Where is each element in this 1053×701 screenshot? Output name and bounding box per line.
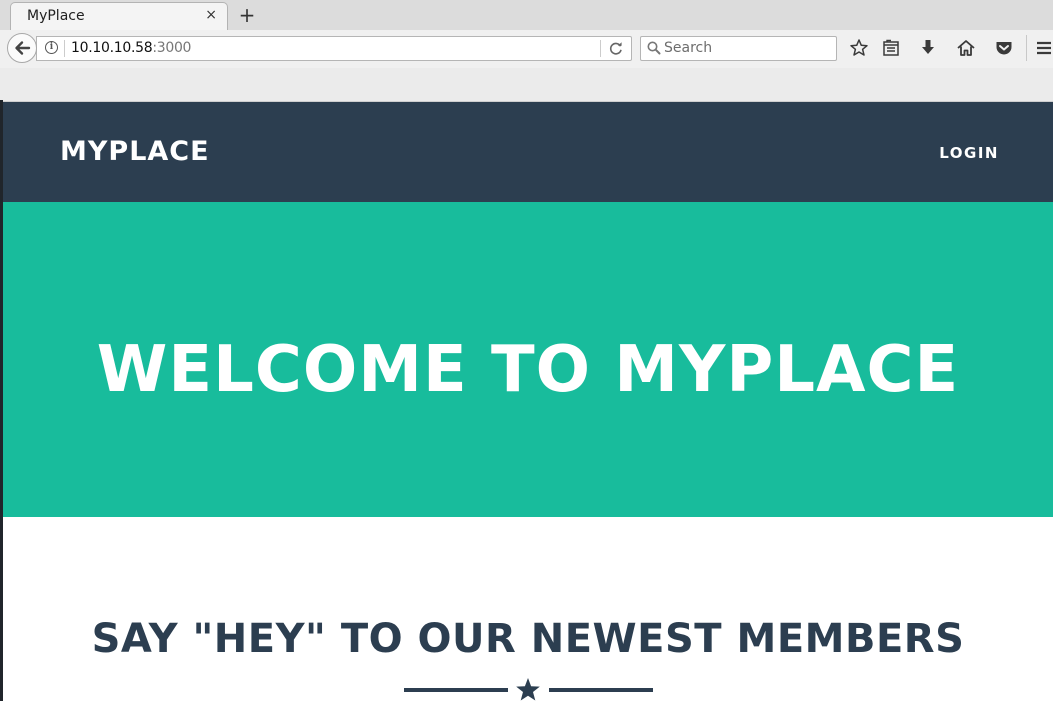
menu-icon[interactable] — [1033, 37, 1053, 59]
url-text[interactable]: 10.10.10.58:3000 — [71, 40, 191, 56]
url-bar[interactable]: i 10.10.10.58:3000 — [36, 36, 632, 61]
hero-banner: WELCOME TO MYPLACE — [3, 202, 1053, 517]
site-brand-link[interactable]: MYPLACE — [60, 136, 210, 167]
download-icon[interactable] — [917, 37, 939, 59]
home-icon[interactable] — [955, 37, 977, 59]
tab-strip: MyPlace × + — [0, 0, 1053, 31]
reload-icon[interactable] — [607, 40, 625, 58]
info-icon[interactable]: i — [45, 41, 58, 54]
browser-window: MyPlace × + i 10.10.10.58:3000 Search MY… — [0, 0, 1053, 701]
newest-members-section: SAY "HEY" TO OUR NEWEST MEMBERS — [3, 517, 1053, 701]
bookmarks-toolbar — [0, 68, 1053, 102]
url-separator-right — [600, 40, 601, 57]
site-navbar: MYPLACE LOGIN — [3, 102, 1053, 202]
star-icon — [516, 678, 540, 701]
new-tab-button[interactable]: + — [236, 2, 258, 28]
bookmark-star-icon[interactable] — [848, 37, 870, 59]
divider-line-right — [549, 688, 653, 692]
browser-tab[interactable]: MyPlace × — [10, 2, 228, 30]
search-input[interactable]: Search — [640, 36, 837, 61]
url-separator — [64, 40, 65, 57]
pocket-icon[interactable] — [993, 37, 1015, 59]
url-port: :3000 — [152, 40, 192, 56]
search-icon — [647, 41, 661, 55]
back-arrow-icon — [15, 41, 31, 55]
toolbar-divider — [1026, 35, 1027, 61]
back-button[interactable] — [7, 33, 37, 63]
tab-title: MyPlace — [27, 8, 85, 24]
login-link[interactable]: LOGIN — [939, 144, 999, 162]
search-placeholder: Search — [664, 40, 713, 56]
url-host: 10.10.10.58 — [71, 40, 153, 56]
reading-list-icon[interactable] — [880, 37, 902, 59]
close-tab-icon[interactable]: × — [205, 7, 217, 23]
divider-line-left — [404, 688, 508, 692]
section-title: SAY "HEY" TO OUR NEWEST MEMBERS — [91, 616, 965, 662]
navigation-toolbar: i 10.10.10.58:3000 Search — [0, 30, 1053, 68]
hero-title: WELCOME TO MYPLACE — [96, 333, 960, 407]
